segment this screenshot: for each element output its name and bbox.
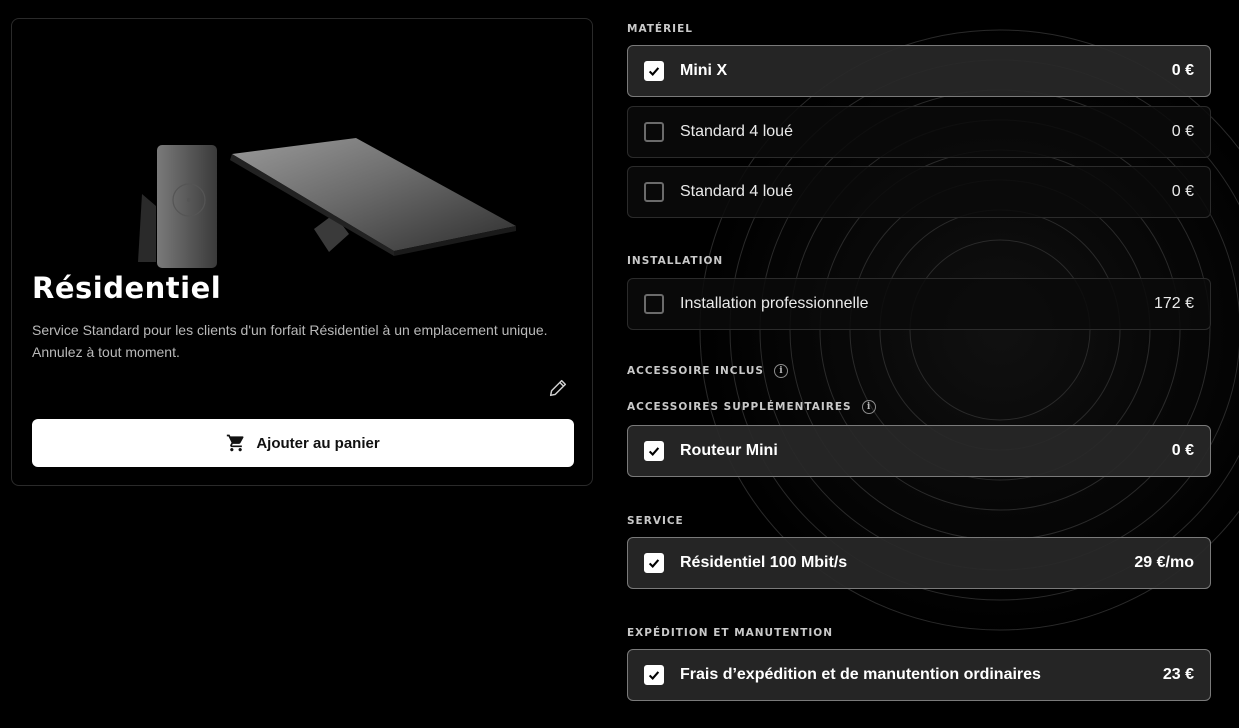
option-label: Résidentiel 100 Mbit/s (680, 554, 848, 571)
section-label-extra-accessories: ACCESSOIRES SUPPLÉMENTAIRES i (627, 400, 876, 414)
option-label: Mini X (680, 62, 728, 79)
option-label: Standard 4 loué (680, 123, 793, 140)
section-label-hardware: MATÉRIEL (627, 23, 693, 35)
checkbox[interactable] (644, 441, 664, 461)
option-price: 23 € (1162, 666, 1194, 683)
product-card: Résidentiel Service Standard pour les cl… (11, 18, 593, 486)
checkbox[interactable] (644, 182, 664, 202)
option-label: Frais d’expédition et de manutention ord… (680, 666, 1041, 683)
option-installation-professionnelle[interactable]: Installation professionnelle 172 € (627, 278, 1211, 330)
section-label-text: ACCESSOIRE INCLUS (627, 365, 764, 377)
option-label: Standard 4 loué (680, 183, 793, 200)
option-shipping-ordinary[interactable]: Frais d’expédition et de manutention ord… (627, 649, 1211, 701)
add-to-cart-button[interactable]: Ajouter au panier (32, 419, 574, 467)
option-price: 29 €/mo (1134, 554, 1194, 571)
section-label-text: EXPÉDITION ET MANUTENTION (627, 627, 833, 639)
option-routeur-mini[interactable]: Routeur Mini 0 € (627, 425, 1211, 477)
checkbox[interactable] (644, 665, 664, 685)
section-label-text: SERVICE (627, 515, 684, 527)
product-description: Service Standard pour les clients d'un f… (32, 322, 548, 360)
info-icon[interactable]: i (861, 400, 876, 414)
option-label: Installation professionnelle (680, 295, 869, 312)
checkbox[interactable] (644, 122, 664, 142)
product-title: Résidentiel (32, 271, 222, 305)
section-label-included-accessory: ACCESSOIRE INCLUS i (627, 364, 788, 378)
option-residentiel-100[interactable]: Résidentiel 100 Mbit/s 29 €/mo (627, 537, 1211, 589)
section-label-installation: INSTALLATION (627, 255, 723, 267)
option-label: Routeur Mini (680, 442, 778, 459)
check-icon (648, 671, 660, 681)
option-price: 0 € (1171, 183, 1194, 200)
checkbox[interactable] (644, 61, 664, 81)
option-standard-4-loue-2[interactable]: Standard 4 loué 0 € (627, 166, 1211, 218)
section-label-text: MATÉRIEL (627, 23, 693, 35)
option-price: 0 € (1171, 62, 1194, 79)
option-price: 172 € (1153, 295, 1194, 312)
add-to-cart-label: Ajouter au panier (256, 434, 380, 452)
product-image (138, 138, 516, 268)
info-icon[interactable]: i (773, 364, 788, 378)
section-label-service: SERVICE (627, 515, 684, 527)
section-label-text: INSTALLATION (627, 255, 724, 267)
check-icon (648, 447, 660, 457)
option-mini-x[interactable]: Mini X 0 € (627, 45, 1211, 97)
option-standard-4-loue[interactable]: Standard 4 loué 0 € (627, 106, 1211, 158)
checkbox[interactable] (644, 553, 664, 573)
check-icon (648, 559, 660, 569)
option-price: 0 € (1171, 442, 1194, 459)
shopping-cart-icon (227, 434, 244, 452)
pencil-icon[interactable] (547, 377, 569, 399)
section-label-shipping: EXPÉDITION ET MANUTENTION (627, 627, 833, 639)
section-label-text: ACCESSOIRES SUPPLÉMENTAIRES (627, 401, 852, 413)
check-icon (648, 67, 660, 77)
checkbox[interactable] (644, 294, 664, 314)
option-price: 0 € (1171, 123, 1194, 140)
